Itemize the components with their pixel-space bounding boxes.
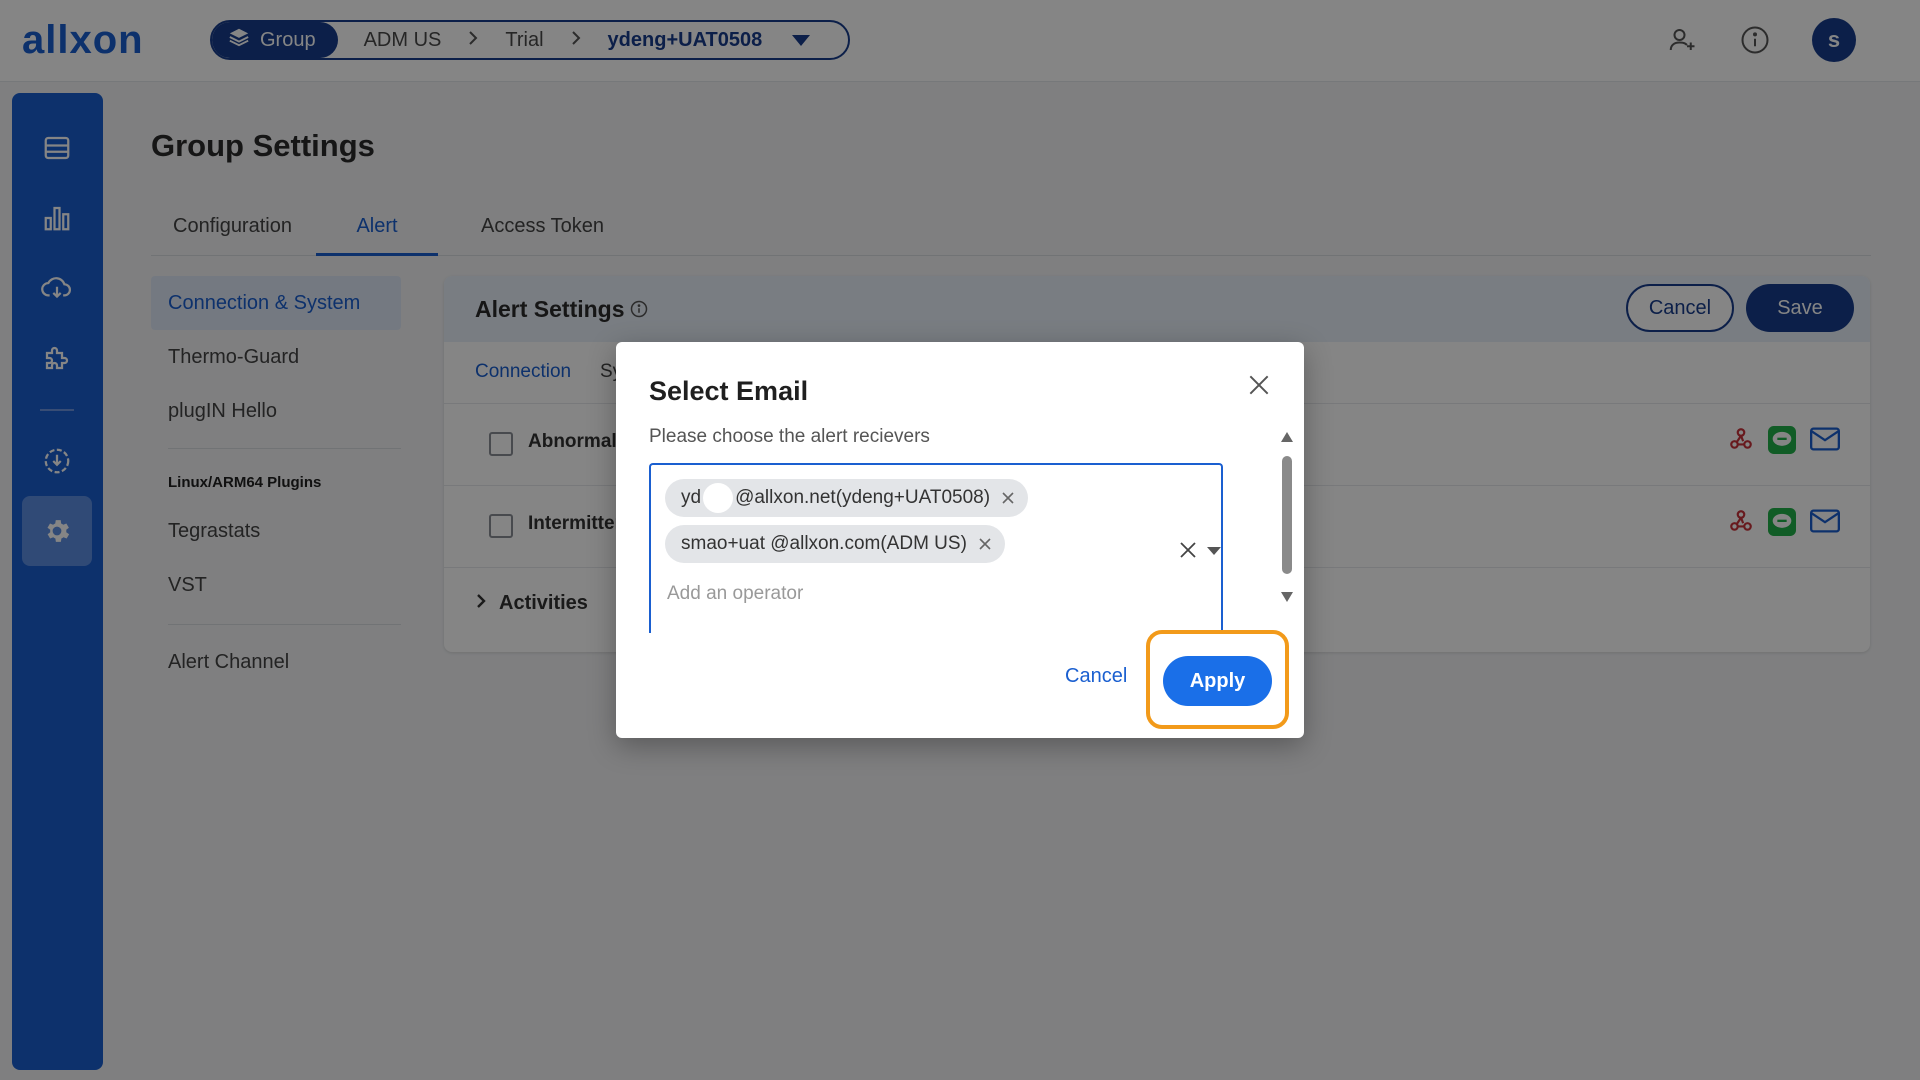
dialog-subtitle: Please choose the alert recievers	[649, 426, 930, 447]
scrollbar-thumb[interactable]	[1282, 456, 1292, 574]
email-chip: smao+uat @allxon.com(ADM US)	[665, 525, 1005, 563]
remove-chip-icon[interactable]	[1000, 490, 1016, 506]
email-chip-label: smao+uat @allxon.com(ADM US)	[681, 533, 967, 554]
email-chip: yd @allxon.net(ydeng+UAT0508)	[665, 479, 1029, 517]
dialog-scrollbar[interactable]	[1280, 432, 1294, 612]
remove-chip-icon[interactable]	[977, 536, 993, 552]
close-icon[interactable]	[1246, 372, 1274, 400]
apply-button[interactable]: Apply	[1163, 656, 1272, 706]
clear-selection-icon[interactable]	[1177, 539, 1199, 561]
dialog-cancel-button[interactable]: Cancel	[1065, 665, 1127, 688]
chevron-down-icon[interactable]	[1207, 547, 1221, 555]
dialog-title: Select Email	[649, 376, 809, 406]
scroll-up-arrow-icon[interactable]	[1281, 432, 1293, 442]
select-email-dialog: Select Email Please choose the alert rec…	[616, 342, 1304, 738]
operator-placeholder[interactable]: Add an operator	[667, 583, 803, 605]
email-select-input[interactable]: yd @allxon.net(ydeng+UAT0508) smao+uat @a…	[649, 463, 1223, 633]
scroll-down-arrow-icon[interactable]	[1281, 592, 1293, 602]
redaction-mask	[703, 483, 734, 513]
email-chip-label: yd @allxon.net(ydeng+UAT0508)	[681, 483, 990, 513]
